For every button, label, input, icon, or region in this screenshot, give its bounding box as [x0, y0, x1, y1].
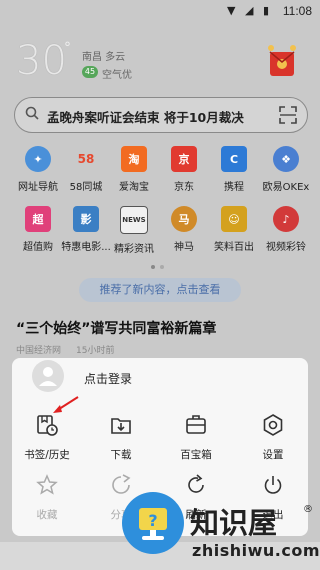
- search-icon: [25, 106, 39, 120]
- shortcut-okex[interactable]: ❖ 欧易OKEx: [256, 146, 316, 193]
- menu-settings[interactable]: 设置: [242, 413, 304, 462]
- menu-bookmark-history[interactable]: 书签/历史: [16, 413, 78, 462]
- help-monitor-icon: ?: [139, 508, 167, 540]
- login-link[interactable]: 点击登录: [84, 370, 132, 387]
- menu-toolbox[interactable]: 百宝箱: [165, 413, 227, 462]
- jd-icon: 京: [171, 146, 197, 172]
- menu-favorite[interactable]: 收藏: [16, 473, 78, 522]
- scan-icon[interactable]: [279, 106, 297, 124]
- news-icon: NEWS: [120, 206, 148, 234]
- menu-label: 收藏: [36, 509, 58, 521]
- weather-widget[interactable]: 30 ° 南昌 多云 45 空气优: [0, 22, 320, 92]
- search-hot-text: 孟晚舟案听证会结束 将于10月裁决: [47, 110, 244, 125]
- shortcut-laugh[interactable]: ☺ 笑料百出: [204, 206, 264, 253]
- new-content-notice[interactable]: 推荐了新内容，点击查看: [79, 278, 241, 302]
- watermark-registered: ®: [303, 504, 313, 515]
- watermark-logo: ?: [122, 492, 184, 554]
- city-condition: 南昌 多云: [82, 52, 126, 63]
- shenma-icon: 马: [171, 206, 197, 232]
- avatar[interactable]: [32, 360, 64, 392]
- bookmark-history-icon: [37, 415, 58, 436]
- news-source: 中国经济网: [16, 346, 62, 356]
- status-icons: ▼ ◢ ▮: [227, 4, 272, 17]
- ctrip-icon: C: [221, 146, 247, 172]
- download-icon: [111, 418, 131, 434]
- watermark-url: zhishiwu.com: [192, 541, 320, 560]
- laugh-icon: ☺: [221, 206, 247, 232]
- pager-dot: [160, 265, 164, 269]
- shortcut-label: 笑料百出: [214, 242, 254, 253]
- movie-icon: 影: [73, 206, 99, 232]
- watermark-title: 知识屋: [190, 506, 278, 540]
- shortcut-ringtone[interactable]: ♪ 视频彩铃: [256, 206, 316, 253]
- shortcut-label: 视频彩铃: [266, 242, 306, 253]
- status-bar: ▼ ◢ ▮ 11:08: [0, 0, 320, 22]
- settings-icon: [263, 414, 283, 436]
- compass-icon: ✦: [25, 146, 51, 172]
- 58-icon: 58: [77, 152, 95, 166]
- taobao-icon: 淘: [121, 146, 147, 172]
- menu-label: 设置: [262, 449, 284, 461]
- user-icon: [39, 367, 57, 386]
- degree-symbol: °: [64, 40, 71, 56]
- pager-dot-active: [151, 265, 155, 269]
- ringtone-icon: ♪: [273, 206, 299, 232]
- red-arrow-annotation: [53, 396, 79, 413]
- power-icon: [264, 476, 282, 494]
- toolbox-icon: [186, 415, 206, 434]
- search-bar[interactable]: 孟晚舟案听证会结束 将于10月裁决: [14, 97, 308, 133]
- shortcut-ctrip[interactable]: C 携程: [204, 146, 264, 193]
- svg-text:?: ?: [148, 511, 157, 530]
- temperature: 30: [16, 38, 67, 84]
- news-headline[interactable]: “三个始终”谱写共同富裕新篇章: [16, 318, 216, 338]
- news-time: 15小时前: [76, 346, 115, 356]
- chaozhigou-icon: 超: [25, 206, 51, 232]
- status-time: 11:08: [282, 4, 312, 18]
- shortcut-label: 携程: [224, 182, 244, 193]
- aqi-label: 空气优: [102, 70, 132, 81]
- okex-icon: ❖: [273, 146, 299, 172]
- shortcut-label: 欧易OKEx: [262, 182, 310, 193]
- star-icon: [36, 474, 58, 495]
- menu-label: 下载: [110, 449, 132, 461]
- refresh-icon: [188, 474, 204, 493]
- menu-label: 百宝箱: [180, 449, 212, 461]
- aqi-badge: 45: [82, 66, 98, 78]
- menu-download[interactable]: 下载: [90, 413, 152, 462]
- red-envelope-mascot-icon[interactable]: [262, 42, 302, 82]
- menu-label: 书签/历史: [24, 449, 70, 461]
